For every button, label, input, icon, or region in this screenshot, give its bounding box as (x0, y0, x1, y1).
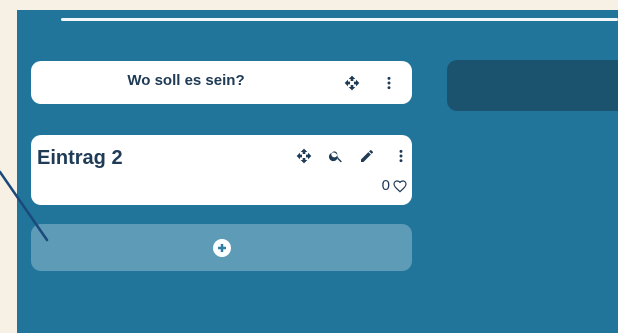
like-control[interactable]: 0 (382, 177, 408, 194)
entry-card[interactable]: Eintrag 2 0 (31, 135, 412, 205)
new-column-placeholder[interactable] (447, 60, 618, 111)
add-circle-icon (212, 238, 231, 257)
board-header-divider (61, 18, 618, 21)
more-vert-icon[interactable] (392, 147, 410, 165)
column-header-card: Wo soll es sein? (31, 61, 412, 104)
move-icon[interactable] (343, 74, 361, 92)
column: Wo soll es sein? Eintrag 2 0 (31, 61, 412, 271)
board: Wo soll es sein? Eintrag 2 0 (17, 10, 618, 333)
more-vert-icon[interactable] (380, 74, 398, 92)
like-count: 0 (381, 177, 390, 194)
entry-title: Eintrag 2 (37, 147, 123, 169)
column-title: Wo soll es sein? (127, 72, 245, 89)
move-icon[interactable] (295, 147, 313, 165)
add-entry-button[interactable] (31, 224, 412, 271)
search-icon[interactable] (327, 147, 345, 165)
edit-icon[interactable] (358, 147, 376, 165)
heart-icon[interactable] (392, 178, 408, 194)
